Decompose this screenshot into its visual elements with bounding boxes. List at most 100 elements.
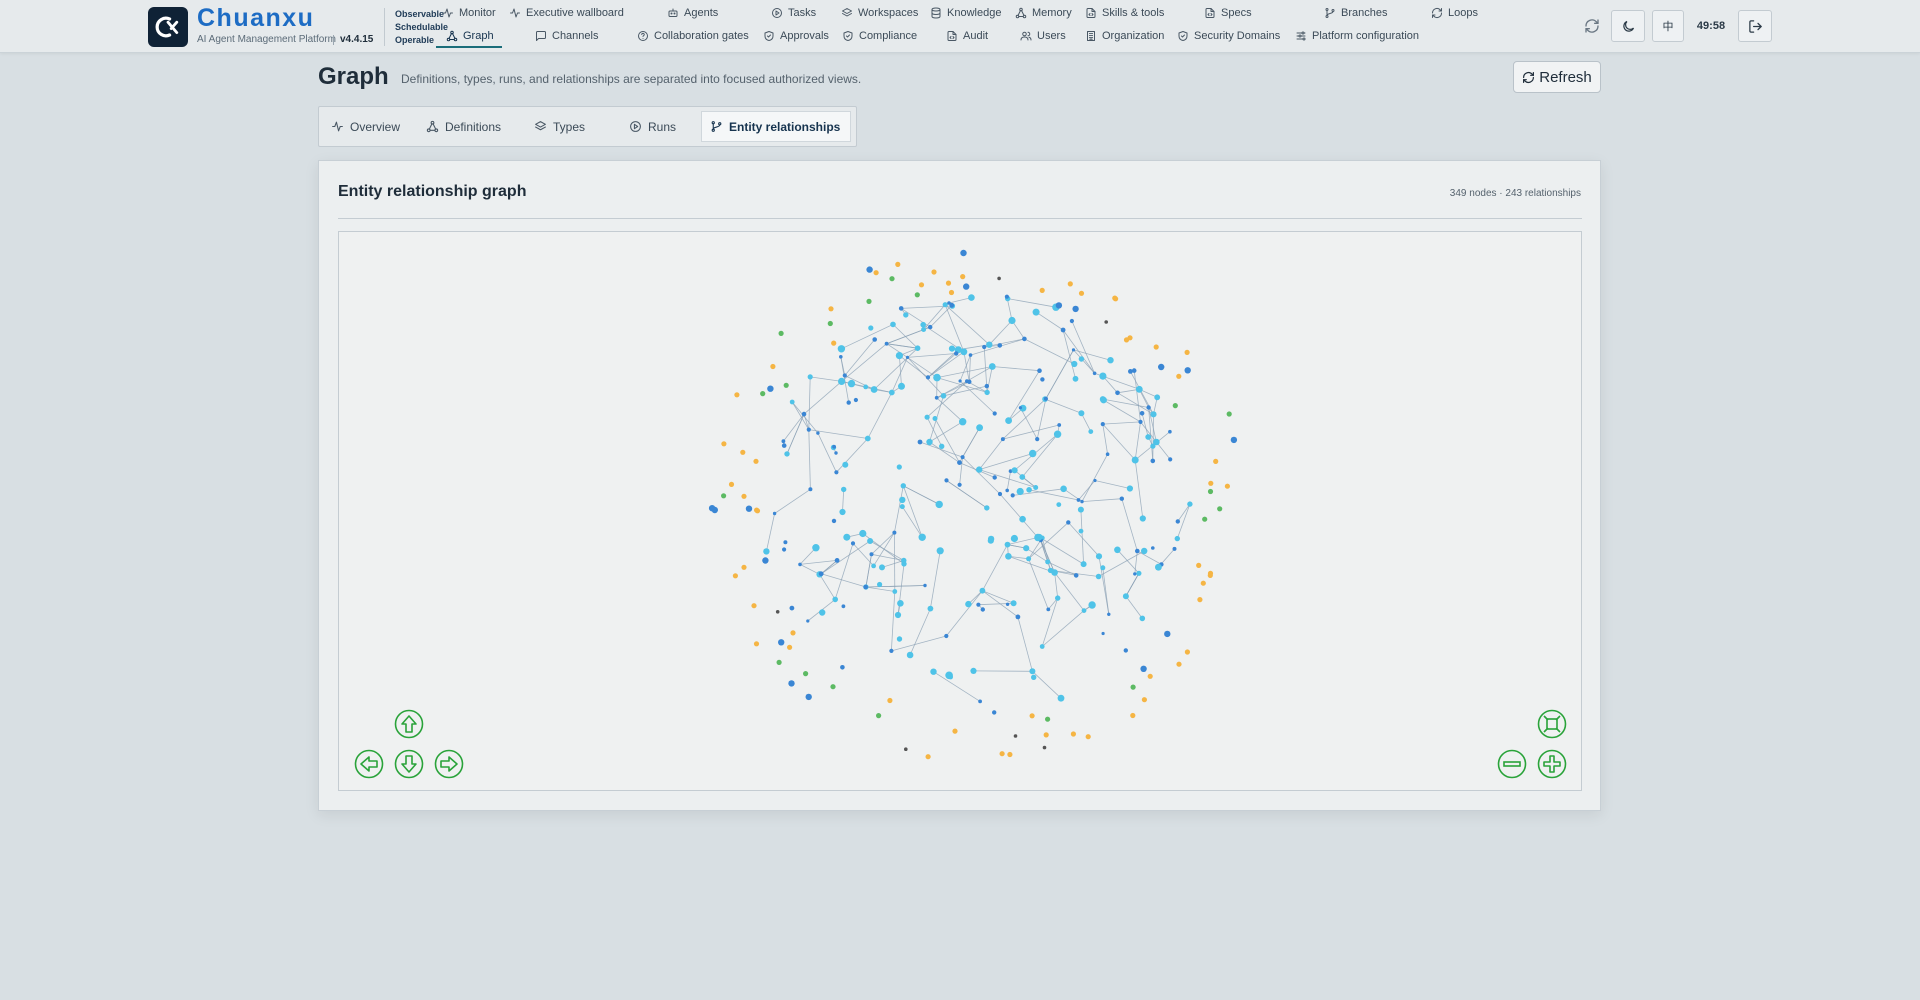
- graph-node[interactable]: [1119, 496, 1124, 501]
- graph-node[interactable]: [903, 312, 909, 318]
- graph-node[interactable]: [1139, 411, 1145, 416]
- graph-node[interactable]: [1213, 458, 1219, 464]
- logout-button[interactable]: [1738, 10, 1772, 42]
- graph-node[interactable]: [763, 548, 770, 555]
- graph-node[interactable]: [976, 602, 981, 607]
- graph-node[interactable]: [1208, 480, 1214, 486]
- graph-node[interactable]: [1005, 417, 1012, 424]
- graph-node[interactable]: [925, 375, 931, 380]
- graph-node[interactable]: [1037, 368, 1042, 373]
- graph-node[interactable]: [834, 558, 840, 563]
- graph-node[interactable]: [1168, 429, 1172, 434]
- graph-node[interactable]: [1004, 541, 1011, 548]
- graph-node[interactable]: [1078, 528, 1084, 534]
- graph-node[interactable]: [1000, 437, 1005, 442]
- graph-node[interactable]: [1034, 533, 1042, 542]
- graph-node[interactable]: [767, 385, 774, 392]
- graph-node[interactable]: [980, 607, 985, 612]
- graph-node[interactable]: [934, 395, 939, 400]
- graph-node[interactable]: [884, 341, 889, 346]
- graph-node[interactable]: [832, 444, 836, 449]
- graph-node[interactable]: [1133, 572, 1137, 576]
- graph-node[interactable]: [1076, 498, 1081, 502]
- graph-node[interactable]: [1150, 458, 1156, 464]
- graph-node[interactable]: [842, 373, 847, 378]
- graph-node[interactable]: [789, 605, 795, 611]
- graph-node[interactable]: [963, 283, 970, 290]
- graph-node[interactable]: [945, 280, 952, 286]
- graph-node[interactable]: [926, 438, 933, 446]
- graph-node[interactable]: [866, 298, 872, 304]
- graph-node[interactable]: [1057, 694, 1065, 702]
- graph-node[interactable]: [924, 414, 930, 420]
- graph-node[interactable]: [944, 478, 949, 483]
- graph-node[interactable]: [992, 710, 997, 715]
- graph-node[interactable]: [1066, 520, 1071, 525]
- graph-node[interactable]: [1057, 423, 1062, 427]
- graph-node[interactable]: [870, 386, 878, 393]
- graph-node[interactable]: [831, 518, 837, 524]
- graph-node[interactable]: [812, 544, 820, 552]
- graph-node[interactable]: [871, 563, 876, 569]
- graph-node[interactable]: [784, 451, 790, 457]
- graph-node[interactable]: [754, 507, 760, 513]
- graph-node[interactable]: [984, 505, 990, 511]
- graph-node[interactable]: [948, 289, 955, 296]
- graph-node[interactable]: [887, 697, 893, 704]
- graph-node[interactable]: [1217, 506, 1223, 512]
- graph-node[interactable]: [806, 619, 810, 623]
- pan-up-button[interactable]: [394, 709, 424, 739]
- graph-node[interactable]: [947, 301, 951, 305]
- graph-node[interactable]: [923, 583, 927, 588]
- graph-node[interactable]: [853, 397, 859, 403]
- graph-node[interactable]: [1150, 411, 1157, 418]
- graph-node[interactable]: [999, 751, 1005, 757]
- graph-node[interactable]: [901, 561, 907, 567]
- graph-node[interactable]: [781, 439, 786, 444]
- graph-node[interactable]: [803, 671, 809, 677]
- graph-node[interactable]: [1158, 363, 1165, 371]
- graph-node[interactable]: [741, 493, 747, 499]
- graph-node[interactable]: [958, 379, 962, 383]
- graph-node[interactable]: [1029, 449, 1037, 458]
- graph-node[interactable]: [778, 639, 785, 646]
- graph-node[interactable]: [1135, 548, 1140, 554]
- graph-node[interactable]: [732, 573, 738, 579]
- graph-node[interactable]: [843, 533, 851, 541]
- graph-node[interactable]: [1067, 281, 1073, 287]
- graph-node[interactable]: [1154, 394, 1161, 401]
- zoom-in-button[interactable]: [1537, 749, 1567, 779]
- graph-node[interactable]: [1071, 360, 1078, 368]
- graph-node[interactable]: [1005, 602, 1010, 606]
- graph-node[interactable]: [921, 327, 927, 332]
- graph-node[interactable]: [751, 603, 757, 609]
- graph-node[interactable]: [1099, 372, 1107, 380]
- graph-node[interactable]: [1145, 434, 1152, 440]
- graph-node[interactable]: [806, 427, 811, 432]
- graph-node[interactable]: [889, 648, 894, 653]
- graph-node[interactable]: [984, 389, 990, 396]
- graph-node[interactable]: [927, 605, 934, 612]
- graph-node[interactable]: [992, 411, 997, 416]
- graph-node[interactable]: [1153, 344, 1159, 350]
- graph-node[interactable]: [1141, 547, 1148, 555]
- graph-node[interactable]: [869, 552, 874, 557]
- graph-node[interactable]: [1071, 348, 1076, 352]
- graph-node[interactable]: [933, 373, 941, 382]
- graph-node[interactable]: [850, 541, 856, 546]
- graph-node[interactable]: [1055, 595, 1061, 601]
- nav-item-approvals[interactable]: Approvals: [763, 30, 829, 42]
- graph-node[interactable]: [818, 571, 824, 577]
- graph-node[interactable]: [945, 671, 953, 680]
- graph-node[interactable]: [960, 249, 967, 257]
- nav-item-users[interactable]: Users: [1020, 30, 1066, 42]
- graph-node[interactable]: [1043, 396, 1048, 401]
- graph-node[interactable]: [711, 506, 718, 514]
- graph-node[interactable]: [827, 320, 833, 327]
- graph-node[interactable]: [1202, 516, 1208, 522]
- graph-node[interactable]: [898, 306, 904, 311]
- graph-node[interactable]: [892, 589, 898, 594]
- graph-node[interactable]: [888, 389, 895, 396]
- graph-node[interactable]: [1207, 488, 1214, 495]
- graph-node[interactable]: [920, 321, 926, 328]
